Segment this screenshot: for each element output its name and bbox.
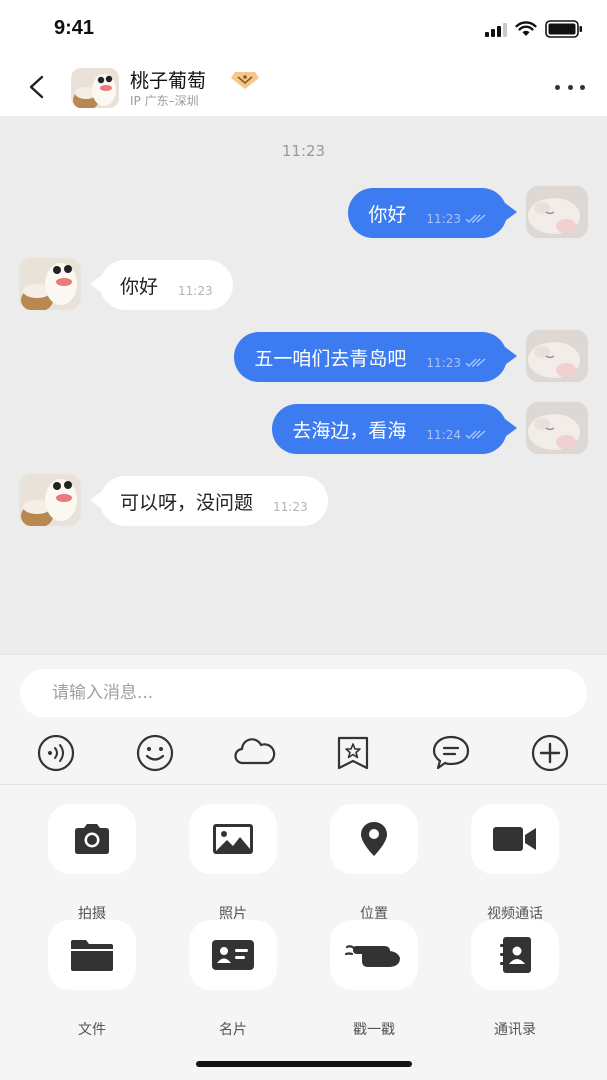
feature-panel: 拍摄 照片 位置 视频通话 文件 名片 戳一戳 通讯录 <box>0 784 607 1080</box>
action-label: 通讯录 <box>494 1022 536 1038</box>
more-dot-icon <box>567 84 573 90</box>
action-business-card[interactable]: 名片 <box>178 920 288 1038</box>
action-label: 戳一戳 <box>353 1022 395 1038</box>
camera-icon <box>75 824 109 854</box>
plus-icon <box>531 734 569 772</box>
message-input[interactable] <box>20 669 587 717</box>
action-photo[interactable]: 照片 <box>178 804 288 922</box>
message-time: 11:23 <box>273 500 308 514</box>
bubble-tail <box>505 203 517 221</box>
action-label: 名片 <box>219 1022 247 1038</box>
contact-message-avatar[interactable] <box>19 258 81 310</box>
poke-icon <box>344 945 400 967</box>
double-check-icon <box>465 214 486 223</box>
chat-header: 桃子葡萄 IP 广东–深圳 <box>0 58 607 116</box>
message-row: 五一咱们去青岛吧 11:23 <box>0 330 607 384</box>
action-tile <box>471 920 559 990</box>
message-text: 可以呀，没问题 <box>120 491 254 514</box>
emoji-icon <box>136 734 174 772</box>
voice-icon <box>37 734 75 772</box>
action-tile <box>189 804 277 874</box>
action-tile <box>48 804 136 874</box>
emoji-button[interactable] <box>135 733 175 773</box>
video-call-icon <box>493 827 536 851</box>
action-tile <box>330 920 418 990</box>
message-time: 11:24 <box>426 428 461 442</box>
double-check-icon <box>465 430 486 439</box>
location-icon <box>361 822 387 856</box>
message-time: 11:23 <box>426 356 461 370</box>
incoming-message-bubble[interactable]: 可以呀，没问题 11:23 <box>100 476 328 526</box>
wifi-icon <box>515 21 537 41</box>
action-contacts[interactable]: 通讯录 <box>460 920 570 1038</box>
my-avatar[interactable] <box>526 186 588 238</box>
message-row: 可以呀，没问题 11:23 <box>0 474 607 528</box>
contact-avatar[interactable] <box>71 68 119 108</box>
chevron-left-icon <box>29 75 44 99</box>
message-meta: 11:23 <box>426 212 487 226</box>
cellular-signal-icon <box>485 22 507 41</box>
message-time: 11:23 <box>178 284 213 298</box>
bubble-tail <box>505 347 517 365</box>
action-file[interactable]: 文件 <box>37 920 147 1038</box>
message-row: 你好 11:23 <box>0 258 607 312</box>
more-features-button[interactable] <box>530 733 570 773</box>
chat-messages-area[interactable]: 11:23 你好 11:23 你好 11:23 五一咱们去青岛吧 11:23 去… <box>0 116 607 654</box>
action-tile <box>48 920 136 990</box>
action-poke[interactable]: 戳一戳 <box>319 920 429 1038</box>
outgoing-message-bubble[interactable]: 你好 11:23 <box>348 188 507 238</box>
message-row: 你好 11:23 <box>0 186 607 240</box>
more-dot-icon <box>580 84 585 90</box>
action-video-call[interactable]: 视频通话 <box>460 804 570 922</box>
favorite-icon <box>337 736 369 770</box>
bubble-tail <box>505 419 517 437</box>
incoming-message-bubble[interactable]: 你好 11:23 <box>100 260 233 310</box>
vip-diamond-icon <box>229 67 261 91</box>
status-time: 9:41 <box>54 17 95 39</box>
action-label: 文件 <box>78 1022 106 1038</box>
back-button[interactable] <box>22 72 52 102</box>
message-meta: 11:24 <box>426 428 487 442</box>
contacts-icon <box>500 937 531 973</box>
composer <box>0 654 607 784</box>
business-card-icon <box>212 940 254 970</box>
folder-icon <box>71 940 113 971</box>
action-tile <box>471 804 559 874</box>
quick-reply-button[interactable] <box>431 733 471 773</box>
contact-message-avatar[interactable] <box>19 474 81 526</box>
ip-location: IP 广东–深圳 <box>130 94 199 108</box>
contact-name: 桃子葡萄 <box>130 70 207 92</box>
quick-reply-icon <box>432 735 470 770</box>
double-check-icon <box>465 358 486 367</box>
photo-icon <box>213 824 253 854</box>
my-avatar[interactable] <box>526 330 588 382</box>
battery-icon <box>545 20 583 42</box>
cloud-button[interactable] <box>233 733 277 773</box>
action-camera[interactable]: 拍摄 <box>37 804 147 922</box>
message-text: 你好 <box>120 275 159 298</box>
message-text: 去海边，看海 <box>292 419 407 442</box>
my-avatar[interactable] <box>526 402 588 454</box>
status-icons <box>485 20 583 42</box>
cloud-icon <box>234 738 276 765</box>
more-dot-icon <box>555 84 560 90</box>
status-bar: 9:41 <box>0 0 607 58</box>
action-tile <box>189 920 277 990</box>
outgoing-message-bubble[interactable]: 去海边，看海 11:24 <box>272 404 507 454</box>
action-tile <box>330 804 418 874</box>
time-divider: 11:23 <box>281 142 326 160</box>
message-text: 五一咱们去青岛吧 <box>254 347 407 370</box>
home-indicator <box>196 1061 412 1067</box>
outgoing-message-bubble[interactable]: 五一咱们去青岛吧 11:23 <box>234 332 507 382</box>
message-time: 11:23 <box>426 212 461 226</box>
action-location[interactable]: 位置 <box>319 804 429 922</box>
message-meta: 11:23 <box>426 356 487 370</box>
more-options-button[interactable] <box>555 76 585 98</box>
message-text: 你好 <box>368 203 407 226</box>
message-row: 去海边，看海 11:24 <box>0 402 607 456</box>
favorite-button[interactable] <box>333 733 373 773</box>
voice-button[interactable] <box>36 733 76 773</box>
